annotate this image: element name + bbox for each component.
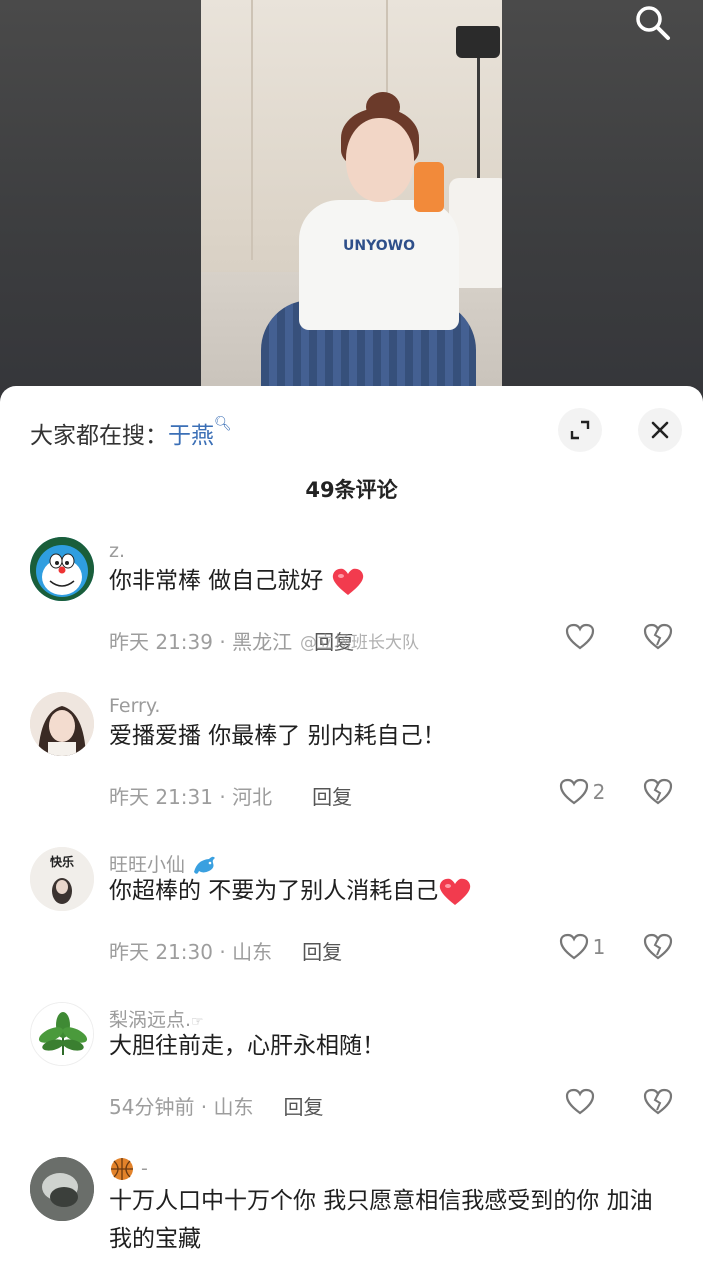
comment-username[interactable]: z.: [109, 540, 125, 562]
dislike-button[interactable]: [640, 1085, 676, 1119]
dislike-button[interactable]: [640, 930, 676, 964]
avatar[interactable]: 快乐: [30, 847, 94, 911]
dislike-button[interactable]: [640, 620, 676, 654]
comment-location: 黑龙江: [232, 630, 293, 654]
floor-lamp: [456, 26, 500, 58]
broken-heart-icon: [643, 1088, 673, 1115]
comment-text: 十万人口中十万个你 我只愿意相信我感受到的你 加油 我的宝藏: [109, 1188, 653, 1252]
search-icon: [636, 6, 670, 40]
comment-meta: 昨天 21:30 · 山东 回复: [109, 940, 343, 964]
comment-sheet: 大家都在搜：于燕🔍︎ 49条评论 z. 你非常棒 做自己就好 昨天 21:39 …: [0, 386, 703, 1280]
heart-outline-icon: [559, 778, 588, 805]
broken-heart-icon: [643, 933, 673, 960]
comment-item: 快乐 旺旺小仙 你超棒的 不要为了别人消耗自己 昨天 21:30 · 山东 回复 …: [0, 844, 703, 984]
trending-search[interactable]: 大家都在搜：于燕🔍︎: [30, 416, 232, 450]
heart-outline-icon: [565, 623, 595, 650]
comment-text-content: 你非常棒 做自己就好: [109, 568, 324, 594]
reply-button[interactable]: 回复: [302, 940, 342, 964]
reply-button[interactable]: 回复: [284, 1095, 324, 1119]
comment-text: 你非常棒 做自己就好: [109, 562, 669, 600]
comment-text: 你超棒的 不要为了别人消耗自己: [109, 872, 669, 910]
watermark: @立场班长大队: [300, 633, 419, 653]
person-body: [299, 200, 459, 330]
avatar[interactable]: [30, 537, 94, 601]
phone: [414, 162, 444, 212]
comment-username[interactable]: -: [109, 1156, 148, 1182]
avatar[interactable]: [30, 692, 94, 756]
trending-search-keyword[interactable]: 于燕: [168, 423, 214, 449]
red-heart-icon: [332, 568, 363, 595]
trending-search-label: 大家都在搜：: [30, 423, 168, 449]
expand-button[interactable]: [558, 408, 602, 452]
person-face: [346, 118, 414, 202]
comment-username-text: -: [141, 1157, 148, 1180]
heart-outline-icon: [565, 1088, 595, 1115]
dislike-button[interactable]: [640, 775, 676, 809]
comment-time: 54分钟前: [109, 1095, 195, 1119]
comment-meta: 昨天 21:31 · 河北 回复: [109, 785, 353, 809]
comment-text: 爱播爱播 你最棒了 别内耗自己！: [109, 723, 446, 749]
reply-button[interactable]: 回复: [312, 785, 352, 809]
shirt-print: UNYOWO: [343, 238, 415, 254]
comment-item: z. 你非常棒 做自己就好 昨天 21:39 · 黑龙江 回复 @立场班长大队: [0, 534, 703, 674]
comment-time: 昨天 21:31: [109, 785, 213, 809]
heart-outline-icon: [559, 933, 588, 960]
comment-location: 山东: [232, 940, 273, 964]
red-heart-icon: [440, 878, 471, 905]
user-photo-avatar-icon: [30, 1157, 94, 1221]
comment-text: 大胆往前走，心肝永相随！: [109, 1033, 385, 1059]
like-button[interactable]: 2: [552, 775, 612, 809]
broken-heart-icon: [643, 623, 673, 650]
sheet-header: 大家都在搜：于燕🔍︎ 49条评论: [0, 386, 703, 502]
small-search-icon: 🔍︎: [214, 416, 232, 432]
comment-item: Ferry. 爱播爱播 你最棒了 别内耗自己！ 昨天 21:31 · 河北 回复 …: [0, 689, 703, 829]
like-button[interactable]: [552, 620, 612, 654]
comment-count: 49条评论: [305, 478, 398, 502]
avatar-caption: 快乐: [49, 855, 74, 869]
search-button[interactable]: [628, 0, 678, 46]
like-count: 2: [592, 780, 606, 804]
comment-item: 梨涡远点.☞ 大胆往前走，心肝永相随！ 54分钟前 · 山东 回复: [0, 999, 703, 1139]
wall-panel-line: [251, 0, 253, 260]
video-frame: UNYOWO: [201, 0, 502, 392]
doraemon-avatar-icon: [30, 537, 94, 601]
avatar[interactable]: [30, 1002, 94, 1066]
expand-icon: [570, 420, 590, 440]
basketball-icon: [111, 1158, 133, 1180]
comment-item: - 十万人口中十万个你 我只愿意相信我感受到的你 加油 我的宝藏: [0, 1154, 703, 1280]
comment-time: 昨天 21:39: [109, 630, 213, 654]
comment-text-content: 你超棒的 不要为了别人消耗自己: [109, 878, 439, 904]
avatar[interactable]: [30, 1157, 94, 1221]
lamp-pole: [477, 58, 480, 188]
comment-username[interactable]: Ferry.: [109, 695, 160, 717]
close-button[interactable]: [638, 408, 682, 452]
broken-heart-icon: [643, 778, 673, 805]
comment-meta: 54分钟前 · 山东 回复: [109, 1095, 324, 1119]
comment-time: 昨天 21:30: [109, 940, 213, 964]
comment-location: 山东: [213, 1095, 254, 1119]
close-icon: [651, 421, 669, 439]
like-count: 1: [592, 935, 606, 959]
video-player[interactable]: UNYOWO: [0, 0, 703, 400]
user-photo-avatar-icon: [30, 692, 94, 756]
comment-location: 河北: [232, 785, 273, 809]
like-button[interactable]: 1: [552, 930, 612, 964]
leaf-avatar-icon: [31, 1003, 93, 1065]
like-button[interactable]: [552, 1085, 612, 1119]
